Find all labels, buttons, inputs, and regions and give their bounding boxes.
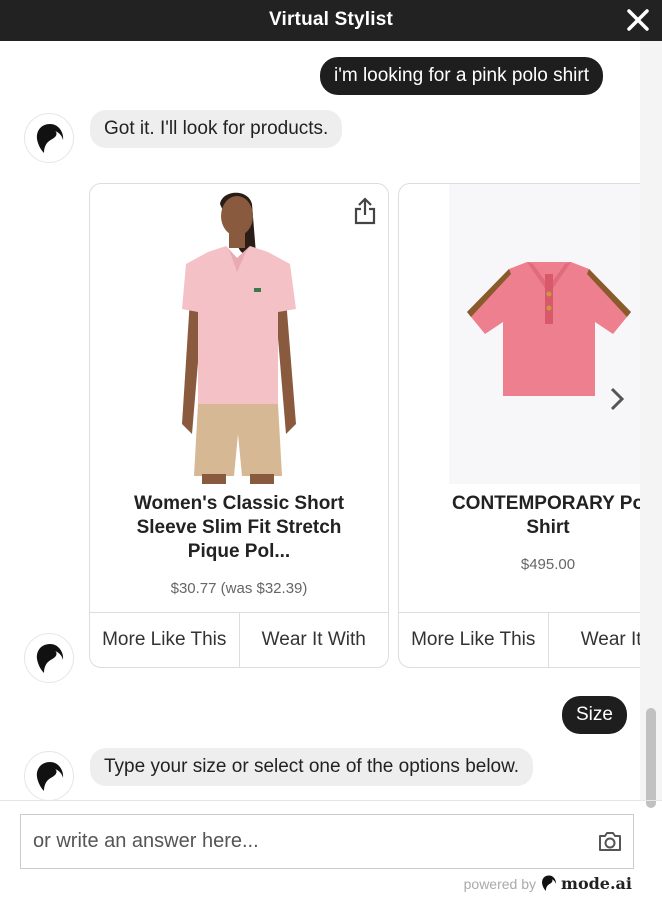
answer-input-container — [20, 814, 634, 869]
camera-button[interactable] — [597, 829, 623, 853]
close-button[interactable] — [624, 6, 652, 34]
chevron-right-icon — [610, 387, 625, 411]
user-message: i'm looking for a pink polo shirt — [320, 57, 603, 95]
more-like-this-button[interactable]: More Like This — [399, 613, 548, 667]
powered-by: powered by mode.ai — [464, 874, 632, 893]
divider — [0, 800, 662, 801]
scrollbar-thumb[interactable] — [646, 708, 656, 808]
carousel-next-button[interactable] — [604, 381, 630, 417]
share-button[interactable] — [352, 196, 378, 226]
product-image[interactable] — [90, 184, 388, 484]
bot-avatar — [24, 751, 74, 801]
product-price: $30.77 (was $32.39) — [170, 580, 308, 597]
chat-header: Virtual Stylist — [0, 0, 662, 41]
camera-icon — [599, 832, 621, 851]
powered-by-label: powered by — [463, 875, 537, 892]
header-title: Virtual Stylist — [268, 9, 394, 30]
product-card[interactable]: Women's Classic Short Sleeve Slim Fit St… — [89, 183, 389, 668]
bot-avatar — [24, 113, 74, 163]
product-title[interactable]: Women's Classic Short Sleeve Slim Fit St… — [100, 492, 378, 564]
bot-message: Got it. I'll look for products. — [90, 110, 343, 148]
scrollbar-track[interactable] — [640, 41, 662, 801]
wear-it-with-button[interactable]: Wear It W — [547, 613, 640, 667]
avatar-icon — [36, 124, 64, 153]
avatar-icon — [36, 762, 64, 791]
avatar-icon — [36, 644, 64, 673]
product-image[interactable] — [399, 184, 640, 484]
user-message-size: Size — [562, 696, 627, 734]
bot-avatar — [24, 633, 74, 683]
product-price: $495.00 — [520, 556, 576, 573]
product-title[interactable]: CONTEMPORARY Po Shirt — [409, 492, 640, 540]
bot-message: Type your size or select one of the opti… — [90, 748, 534, 786]
close-icon — [627, 9, 649, 31]
chat-transcript[interactable]: i'm looking for a pink polo shirt Got it… — [0, 41, 640, 801]
card-actions: More Like This Wear It W — [399, 612, 640, 667]
mode-logo-icon — [542, 875, 556, 891]
brand-name[interactable]: mode.ai — [561, 874, 632, 893]
more-like-this-button[interactable]: More Like This — [90, 613, 239, 667]
answer-input[interactable] — [21, 815, 605, 868]
card-actions: More Like This Wear It With — [90, 612, 388, 667]
share-icon — [354, 197, 376, 225]
wear-it-with-button[interactable]: Wear It With — [238, 613, 389, 667]
product-card[interactable]: CONTEMPORARY Po Shirt $495.00 More Like … — [398, 183, 640, 668]
